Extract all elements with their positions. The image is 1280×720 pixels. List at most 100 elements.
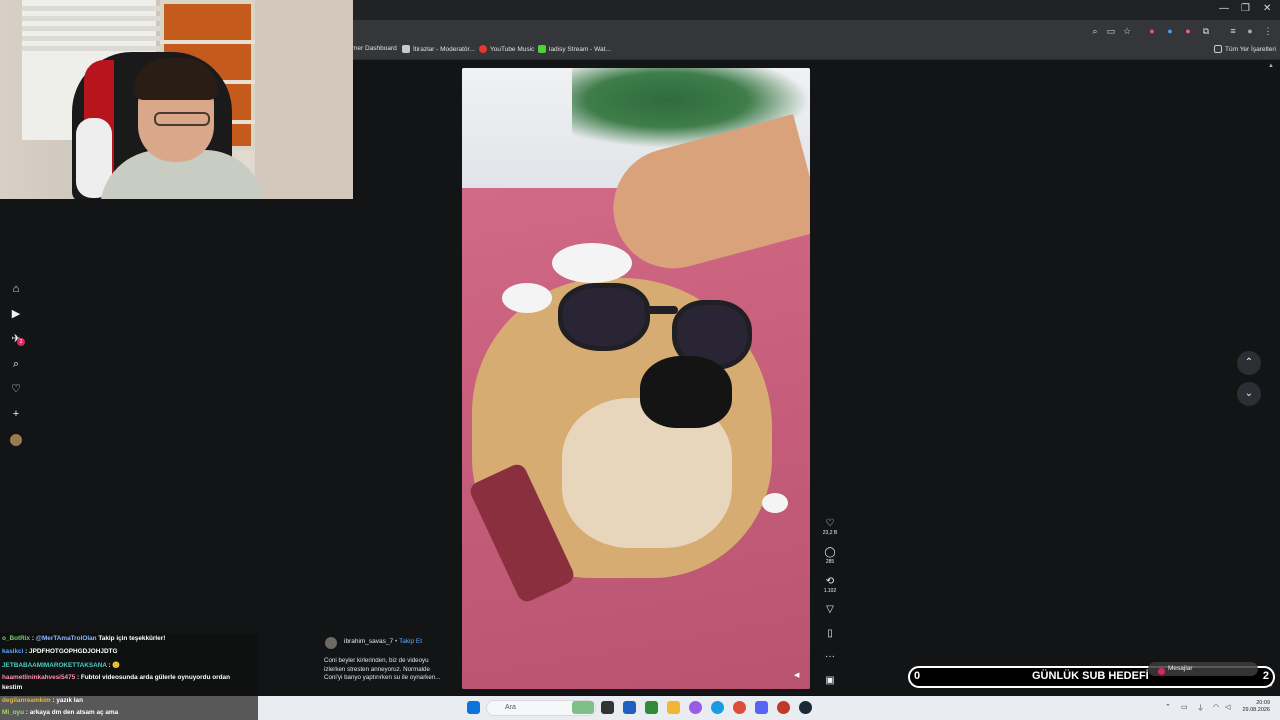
chat-message: JETBABAAMIMAROKETTAKSANA : 🙂 (2, 661, 120, 669)
chat-message: degilanreamkim : yazık lan (2, 697, 83, 704)
author-username[interactable]: ibrahim_savas_7 (344, 638, 393, 645)
more-dots-icon: ··· (825, 651, 835, 662)
microphone-icon[interactable]: ⏚ (1197, 703, 1204, 713)
sub-goal-current: 0 (914, 670, 921, 682)
repost-count: 1.102 (823, 588, 837, 594)
chat-text: JPDFHOTGOPHGDJOHJDTG (29, 648, 118, 655)
store-icon[interactable] (623, 701, 636, 714)
extension-icon-2[interactable]: ● (1164, 25, 1176, 37)
save-button[interactable]: ▯ (822, 628, 838, 640)
video-sunglasses-bridge (644, 306, 678, 314)
like-button[interactable]: ♡ 23,2 B (822, 518, 838, 537)
messages-badge (1158, 668, 1165, 675)
extension-icon-3[interactable]: ● (1182, 25, 1194, 37)
bookmark-icon: ▯ (827, 628, 833, 639)
heart-icon: ♡ (825, 518, 835, 529)
video-foam (552, 243, 632, 283)
chat-message: Ml_oyu : arkaya dm den atsam aç ama (2, 709, 118, 716)
widgets-icon[interactable] (572, 701, 594, 714)
chat-message: haametlininkahvesi5475 : Fubtol videosun… (2, 673, 252, 693)
home-icon[interactable]: ⌂ (9, 282, 23, 296)
webcam-blind (22, 16, 162, 21)
bookmark-item-3[interactable]: ladisy Stream - Wat... (538, 45, 611, 53)
webcam-blind (22, 6, 162, 11)
bookmark-item-2[interactable]: YouTube Music (479, 45, 534, 53)
chrome-icon[interactable] (733, 701, 746, 714)
follow-button[interactable]: Takip Et (399, 638, 422, 645)
kick-icon (538, 45, 546, 53)
menu-kebab-icon[interactable]: ⋮ (1262, 25, 1274, 37)
heart-icon[interactable]: ♡ (9, 382, 23, 396)
windows-taskbar (258, 696, 1280, 720)
extensions-puzzle-icon[interactable]: ⧉ (1200, 25, 1212, 37)
discord-icon[interactable] (755, 701, 768, 714)
chat-message: o_BotRix : @MerTAmaTrolOlan Takip için t… (2, 635, 165, 642)
chat-username[interactable]: degilanreamkim (2, 697, 51, 704)
extension-icon-1[interactable]: ● (1146, 25, 1158, 37)
wifi-icon[interactable]: ◠ (1213, 703, 1219, 711)
tray-chevron-icon[interactable]: ⌃ (1165, 703, 1171, 711)
steam-icon[interactable] (799, 701, 812, 714)
separator-dot: • (394, 638, 398, 645)
reel-video[interactable] (462, 68, 810, 689)
file-explorer-icon[interactable] (667, 701, 680, 714)
chat-username[interactable]: Ml_oyu (2, 709, 24, 716)
edge-icon[interactable] (711, 701, 724, 714)
chat-text: yazık lan (56, 697, 84, 704)
taskbar-clock[interactable]: 20:09 29.08.2026 (1238, 700, 1270, 714)
search-icon[interactable]: ⌕ (9, 357, 23, 371)
mute-icon[interactable]: ◀ (794, 671, 799, 679)
author-avatar[interactable] (325, 637, 337, 649)
messages-label: Mesajlar (1168, 665, 1193, 672)
previous-reel-button[interactable]: ⌃ (1237, 351, 1261, 375)
close-icon[interactable]: ✕ (1263, 3, 1271, 14)
video-dog-nose (640, 356, 732, 428)
chat-username[interactable]: haametlininkahvesi5475 (2, 674, 75, 681)
task-view-icon[interactable] (601, 701, 614, 714)
youtube-music-icon (479, 45, 487, 53)
bookmark-item-1[interactable]: İtirazlar - Moderatör... (402, 45, 475, 53)
chat-username[interactable]: o_BotRix (2, 635, 30, 642)
next-reel-button[interactable]: ⌄ (1237, 382, 1261, 406)
obs-icon[interactable] (777, 701, 790, 714)
zoom-icon[interactable]: ⌕ (1089, 25, 1101, 37)
chat-text: arkaya dm den atsam aç ama (29, 709, 119, 716)
chat-text: Takip için teşekkürler! (96, 635, 166, 642)
bookmark-star-icon[interactable]: ☆ (1121, 25, 1133, 37)
video-sunglasses-left (558, 283, 650, 351)
audio-button[interactable]: ▣ (822, 675, 838, 687)
create-plus-icon[interactable]: + (9, 407, 23, 421)
network-icon[interactable]: ▭ (1181, 703, 1188, 711)
post-caption[interactable]: Coni beyler kirlerinden, biz de videoyu … (324, 657, 448, 683)
folder-icon (1214, 45, 1222, 53)
repost-button[interactable]: ⟲ 1.102 (822, 576, 838, 595)
comment-button[interactable]: ◯ 285 (822, 547, 838, 566)
sub-goal-target: 2 (1262, 670, 1269, 682)
bookmark-item-0[interactable]: mer Dashboard (352, 45, 397, 52)
chat-username[interactable]: kasikci (2, 648, 23, 655)
audio-thumbnail-icon: ▣ (825, 675, 835, 686)
xbox-icon[interactable] (645, 701, 658, 714)
scroll-up-icon[interactable]: ▲ (1268, 63, 1274, 69)
all-bookmarks[interactable]: Tüm Yer İşaretleri (1214, 45, 1276, 53)
all-bookmarks-label: Tüm Yer İşaretleri (1225, 45, 1276, 53)
share-button[interactable]: ▽ (822, 604, 838, 616)
video-foam (762, 493, 788, 513)
cast-icon[interactable]: ▭ (1105, 25, 1117, 37)
profile-avatar-icon[interactable]: ● (1244, 25, 1256, 37)
volume-icon[interactable]: ◁ (1225, 703, 1230, 711)
restore-icon[interactable]: ❐ (1241, 3, 1250, 14)
copilot-icon[interactable] (689, 701, 702, 714)
more-button[interactable]: ··· (822, 651, 838, 663)
reels-icon[interactable]: ▶ (9, 307, 23, 321)
chat-mention: @MerTAmaTrolOlan (35, 635, 97, 642)
minimize-icon[interactable]: — (1219, 3, 1229, 14)
webcam-glasses (154, 112, 210, 126)
chat-username[interactable]: JETBABAAMIMAROKETTAKSANA (2, 662, 107, 669)
document-icon (402, 45, 410, 53)
media-control-icon[interactable]: ≡ (1227, 25, 1239, 37)
start-icon[interactable] (467, 701, 480, 714)
profile-avatar[interactable] (10, 434, 22, 446)
webcam-blind (22, 36, 162, 41)
share-icon: ▽ (826, 604, 834, 615)
